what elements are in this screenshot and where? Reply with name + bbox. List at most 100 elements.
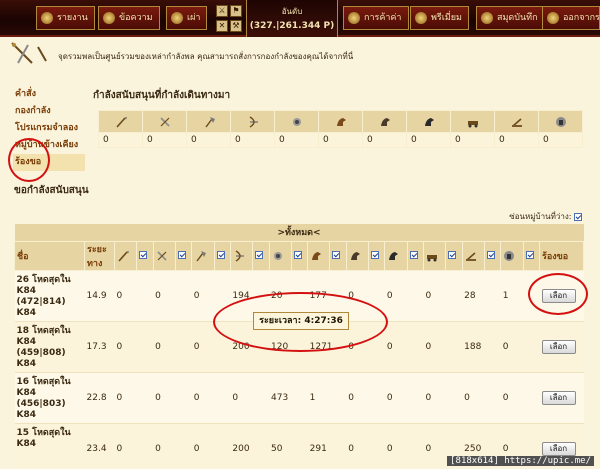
- trade-icon: [348, 12, 360, 24]
- column-name[interactable]: ชื่อ: [14, 240, 85, 271]
- close-mini-icon[interactable]: ✕: [216, 20, 228, 32]
- annotation-circle-timer: [213, 292, 388, 352]
- ram-icon: [426, 250, 438, 262]
- select-button[interactable]: เลือก: [541, 339, 576, 354]
- village-name-line: K84: [16, 358, 37, 369]
- catapult-icon: [511, 116, 523, 128]
- unit-count: 28: [462, 270, 501, 322]
- messages-button[interactable]: ข้อความ: [98, 6, 160, 30]
- column-unit: [229, 240, 254, 271]
- unit-filter-checkbox[interactable]: [216, 251, 225, 259]
- village-name-link[interactable]: 16 โหดสุดใน K84 (456|803) K84: [14, 372, 85, 424]
- unit-filter-checkbox[interactable]: [139, 251, 148, 259]
- unit-count: 0: [114, 423, 154, 469]
- tool-mini-icon[interactable]: ⚒: [230, 20, 242, 32]
- menu-item-commands[interactable]: คำสั่ง: [13, 86, 85, 103]
- hide-empty-checkbox[interactable]: [574, 212, 582, 221]
- unit-filter-checkbox[interactable]: [255, 251, 264, 259]
- village-distance: 23.4: [84, 423, 115, 469]
- unit-filter-checkbox-cell[interactable]: [136, 240, 154, 271]
- support-unit-count: 0: [230, 132, 275, 148]
- unit-count: 0: [346, 372, 385, 424]
- village-distance: 17.3: [84, 321, 115, 373]
- notebook-button[interactable]: สมุดบันทึก: [476, 6, 545, 30]
- support-unit-count: 0: [274, 132, 319, 148]
- premium-button[interactable]: พรีเมี่ยม: [410, 6, 469, 30]
- village-name-link[interactable]: 18 โหดสุดใน K84 (459|808) K84: [14, 321, 85, 373]
- rank-display[interactable]: อันดับ (327.|261.344 P): [246, 0, 338, 37]
- unit-filter-checkbox-cell[interactable]: [445, 240, 463, 271]
- village-name-line: (459|808): [16, 347, 66, 358]
- unit-count: 0: [153, 423, 192, 469]
- menu-item-troops[interactable]: กองกำลัง: [13, 103, 85, 120]
- unit-filter-checkbox-cell[interactable]: [213, 240, 231, 271]
- unit-filter-checkbox[interactable]: [486, 251, 495, 259]
- mounted-archer-icon: [349, 250, 361, 262]
- unit-filter-checkbox-cell[interactable]: [174, 240, 193, 271]
- unit-count: 0: [384, 423, 424, 469]
- paladin-icon: [503, 250, 515, 262]
- support-unit-count: 0: [318, 132, 363, 148]
- unit-count: 0: [230, 372, 269, 424]
- village-name-line: 18 โหดสุดใน: [16, 325, 71, 336]
- sword-mini-icon[interactable]: ⚔: [216, 5, 228, 17]
- flag-mini-icon[interactable]: ⚑: [230, 5, 242, 17]
- hide-empty-villages[interactable]: ซ่อนหมู่บ้านที่ว่าง:: [509, 210, 582, 223]
- unit-filter-checkbox[interactable]: [332, 251, 341, 259]
- support-unit-header: [362, 110, 407, 133]
- unit-filter-checkbox[interactable]: [448, 251, 457, 259]
- trade-button[interactable]: การค้าค่า: [343, 6, 409, 30]
- incoming-support-title: กำลังสนับสนุนที่กำลังเดินทางมา: [93, 90, 231, 101]
- select-button[interactable]: เลือก: [541, 441, 576, 456]
- unit-count: 0: [500, 321, 540, 373]
- select-button[interactable]: เลือก: [541, 390, 576, 405]
- unit-filter-checkbox-cell[interactable]: [368, 240, 386, 271]
- light-cavalry-icon: [310, 250, 322, 262]
- unit-filter-checkbox-cell[interactable]: [252, 240, 270, 271]
- support-unit-count: 0: [98, 132, 143, 148]
- village-name-line: 16 โหดสุดใน: [16, 376, 71, 387]
- unit-count: 188: [462, 321, 501, 373]
- support-unit-count: 0: [142, 132, 187, 148]
- logout-button[interactable]: ออกจากระ: [542, 6, 600, 30]
- select-all-link[interactable]: >ทั้งหมด<: [14, 224, 584, 241]
- unit-filter-checkbox-cell[interactable]: [329, 240, 347, 271]
- column-unit: [191, 240, 215, 271]
- unit-count: 0: [384, 321, 424, 373]
- unit-filter-checkbox-cell[interactable]: [522, 240, 541, 271]
- unit-filter-checkbox[interactable]: [293, 251, 302, 259]
- unit-count: 200: [230, 423, 269, 469]
- unit-filter-checkbox[interactable]: [371, 251, 380, 259]
- light-cavalry-icon: [335, 116, 347, 128]
- column-unit: [152, 240, 176, 271]
- tribe-button[interactable]: เผ่า: [166, 6, 208, 30]
- unit-filter-checkbox[interactable]: [409, 251, 418, 259]
- unit-filter-checkbox-cell[interactable]: [483, 240, 502, 271]
- village-name-link[interactable]: 26 โหดสุดใน K84 (472|814) K84: [14, 270, 85, 322]
- support-unit-header: [142, 110, 187, 133]
- unit-count: 0: [191, 423, 231, 469]
- village-name-link[interactable]: 15 โหดสุดใน K84: [14, 423, 85, 469]
- village-name-line: K84: [16, 307, 37, 318]
- page-description: จุดรวมพลเป็นศูนย์รวมของเหล่ากำลังพล คุณส…: [58, 52, 354, 61]
- village-name-line: K84: [16, 387, 37, 398]
- unit-filter-checkbox[interactable]: [177, 251, 186, 259]
- unit-count: 0: [423, 372, 463, 424]
- notebook-icon: [481, 12, 493, 24]
- scout-icon: [291, 116, 303, 128]
- select-cell: เลือก: [539, 321, 584, 373]
- support-unit-count: 0: [406, 132, 451, 148]
- unit-filter-checkbox-cell[interactable]: [406, 240, 425, 271]
- village-distance: 14.9: [84, 270, 115, 322]
- unit-filter-checkbox-cell[interactable]: [290, 240, 309, 271]
- support-unit-header: [494, 110, 539, 133]
- menu-item-simulator[interactable]: โปรแกรมจำลอง: [13, 120, 85, 137]
- village-name-line: (472|814): [16, 296, 66, 307]
- support-unit-header: [406, 110, 451, 133]
- unit-count: 291: [307, 423, 347, 469]
- unit-filter-checkbox[interactable]: [525, 251, 534, 259]
- reports-button[interactable]: รายงาน: [36, 6, 95, 30]
- column-distance[interactable]: ระยะทาง: [84, 240, 115, 271]
- unit-count: 0: [384, 372, 424, 424]
- annotation-circle-menu: [8, 138, 50, 182]
